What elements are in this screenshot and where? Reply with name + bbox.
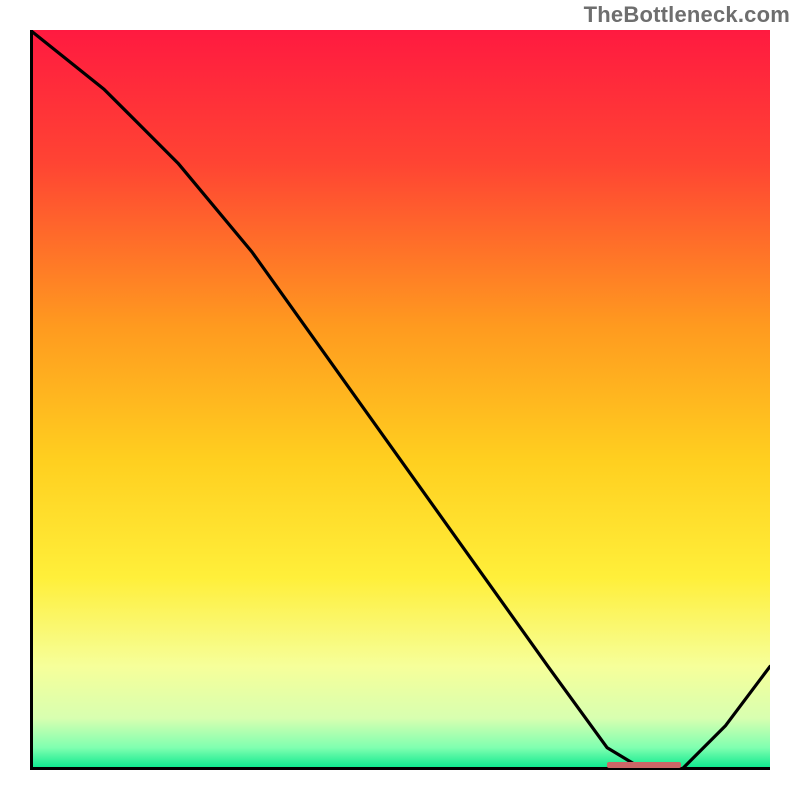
chart-background-gradient — [30, 30, 770, 770]
watermark-text: TheBottleneck.com — [584, 2, 790, 28]
chart-area — [30, 30, 770, 770]
optimal-range-marker — [607, 762, 681, 768]
